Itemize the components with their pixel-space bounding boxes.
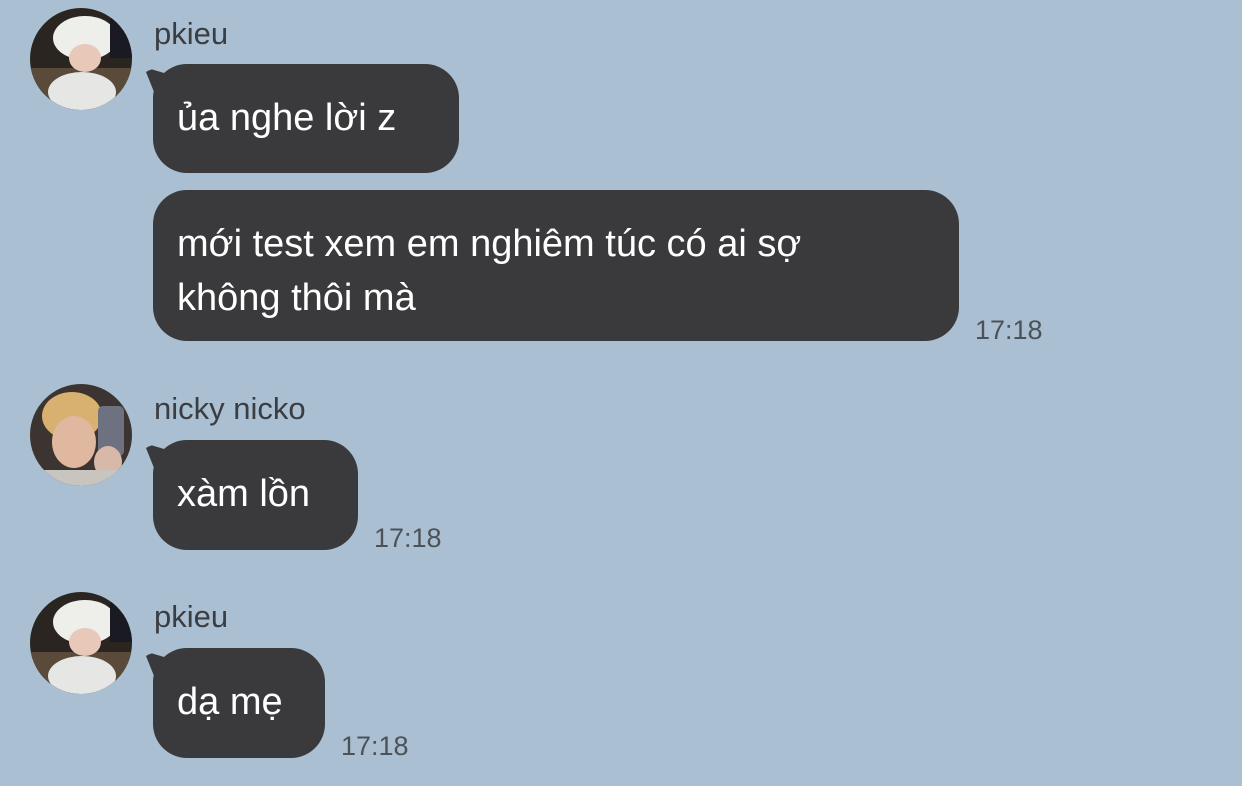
message-bubble[interactable]: ủa nghe lời z	[153, 64, 459, 173]
avatar-pkieu[interactable]	[30, 592, 132, 694]
message-timestamp: 17:18	[975, 315, 1043, 345]
avatar-pkieu[interactable]	[30, 8, 132, 110]
message-bubble[interactable]: xàm lồn	[153, 440, 358, 550]
message-timestamp: 17:18	[374, 523, 442, 553]
sender-name: nicky nicko	[154, 391, 306, 426]
sender-name: pkieu	[154, 16, 229, 51]
sender-name: pkieu	[154, 599, 229, 634]
message-timestamp: 17:18	[341, 731, 409, 761]
message-bubble[interactable]: dạ mẹ	[153, 648, 325, 758]
message-bubble[interactable]: mới test xem em nghiêm túc có ai sợ khôn…	[153, 190, 959, 341]
avatar-nicky-nicko[interactable]	[30, 384, 132, 486]
